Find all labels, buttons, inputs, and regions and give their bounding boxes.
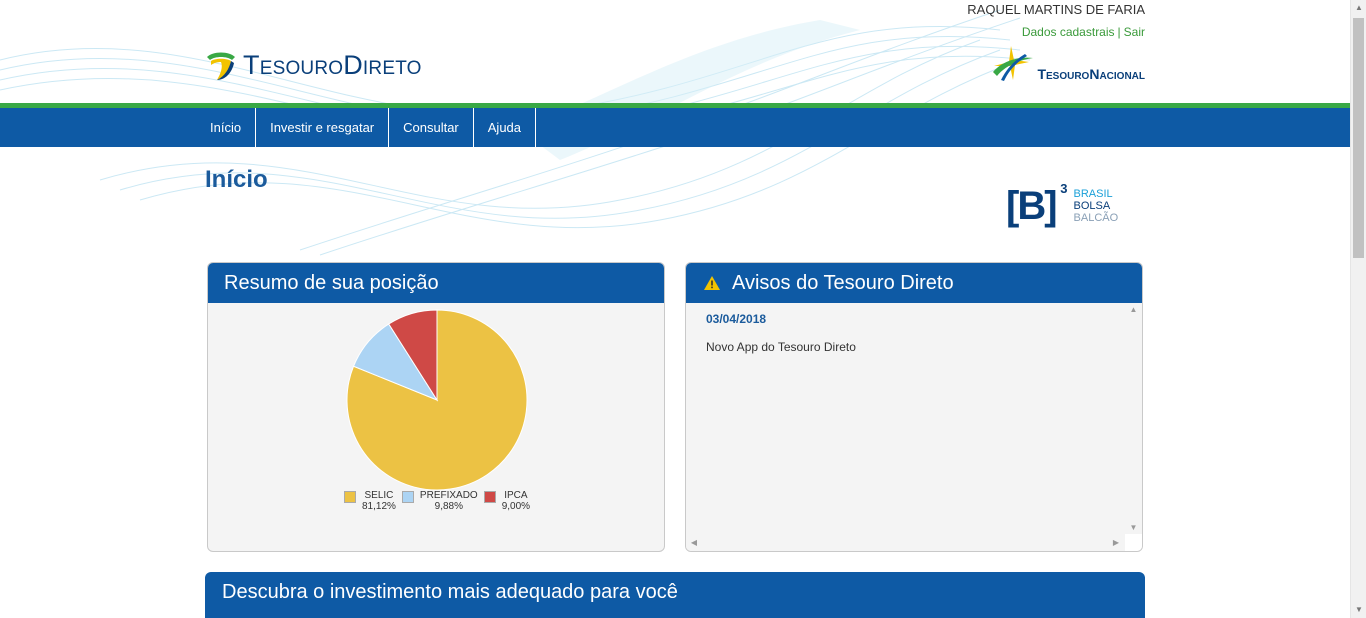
user-links-separator: | bbox=[1117, 25, 1121, 39]
legend-item-prefixado[interactable]: PREFIXADO 9,88% bbox=[401, 490, 478, 512]
nav-item-investir-resgatar[interactable]: Investir e resgatar bbox=[256, 108, 390, 147]
notices-panel: Avisos do Tesouro Direto 03/04/2018 Novo… bbox=[685, 262, 1143, 552]
scroll-left-arrow-icon[interactable]: ◀ bbox=[688, 536, 700, 550]
scroll-up-arrow-icon[interactable]: ▲ bbox=[1125, 303, 1142, 317]
notices-horizontal-scrollbar[interactable]: ◀ ▶ bbox=[686, 534, 1126, 551]
logout-link[interactable]: Sair bbox=[1124, 25, 1145, 39]
position-summary-header: Resumo de sua posição bbox=[208, 263, 664, 303]
notice-text[interactable]: Novo App do Tesouro Direto bbox=[706, 340, 856, 354]
tesouro-nacional-logo-icon bbox=[993, 46, 1034, 81]
main-nav: Início Investir e resgatar Consultar Aju… bbox=[0, 108, 1350, 147]
legend-swatch bbox=[483, 491, 496, 503]
notices-list: 03/04/2018 Novo App do Tesouro Direto bbox=[686, 303, 1126, 538]
page-scrollbar[interactable]: ▲ ▼ bbox=[1350, 0, 1366, 618]
pie-chart-svg bbox=[346, 309, 528, 491]
notices-header: Avisos do Tesouro Direto bbox=[686, 263, 1142, 303]
warning-icon bbox=[704, 276, 720, 290]
tesouro-direto-logo-icon bbox=[207, 52, 235, 80]
tesouro-nacional-logo[interactable]: TesouroNacional bbox=[991, 44, 1145, 82]
page-title: Início bbox=[205, 166, 268, 193]
pie-legend: SELIC 81,12% PREFIXADO 9,88% IPCA 9,00% bbox=[344, 490, 530, 512]
nav-item-ajuda[interactable]: Ajuda bbox=[474, 108, 537, 147]
legend-value: 81,12% bbox=[362, 501, 396, 512]
page-scroll-down-icon[interactable]: ▼ bbox=[1351, 602, 1366, 618]
legend-label: SELIC bbox=[364, 490, 394, 501]
notice-date: 03/04/2018 bbox=[706, 312, 767, 326]
b3-logo-words: BRASIL BOLSA BALCÃO bbox=[1074, 188, 1119, 224]
tesouro-direto-logo-text: TesouroDireto bbox=[243, 50, 422, 80]
position-summary-panel: Resumo de sua posição SELIC 81,12% PREFIXA… bbox=[207, 262, 665, 552]
legend-text: PREFIXADO 9,88% bbox=[420, 490, 478, 512]
position-summary-title: Resumo de sua posição bbox=[224, 272, 439, 294]
legend-swatch bbox=[401, 491, 414, 503]
user-area: RAQUEL MARTINS DE FARIA Dados cadastrais… bbox=[967, 2, 1145, 39]
site-header: TesouroDireto RAQUEL MARTINS DE FARIA Da… bbox=[0, 0, 1350, 104]
legend-value: 9,88% bbox=[434, 501, 463, 512]
b3-logo-line1: BRASIL bbox=[1073, 188, 1113, 200]
discover-panel-header: Descubra o investimento mais adequado pa… bbox=[205, 572, 1145, 618]
b3-logo-mark: [B] 3 bbox=[1006, 182, 1068, 228]
legend-swatch bbox=[344, 491, 356, 503]
legend-item-ipca[interactable]: IPCA 9,00% bbox=[483, 490, 530, 512]
legend-value: 9,00% bbox=[501, 501, 531, 512]
legend-label: IPCA bbox=[504, 490, 528, 501]
b3-logo-line3: BALCÃO bbox=[1073, 212, 1119, 224]
legend-item-selic[interactable]: SELIC 81,12% bbox=[344, 490, 396, 512]
legend-text: SELIC 81,12% bbox=[362, 490, 396, 512]
nav-item-consultar[interactable]: Consultar bbox=[389, 108, 474, 147]
scroll-right-arrow-icon[interactable]: ▶ bbox=[1110, 536, 1122, 550]
notices-title: Avisos do Tesouro Direto bbox=[732, 272, 954, 294]
scrollbar-corner bbox=[1125, 534, 1142, 551]
main-nav-items: Início Investir e resgatar Consultar Aju… bbox=[196, 108, 537, 147]
user-links: Dados cadastrais | Sair bbox=[967, 25, 1145, 39]
legend-text: IPCA 9,00% bbox=[502, 490, 530, 512]
pie-chart bbox=[346, 309, 528, 496]
legend-label: PREFIXADO bbox=[419, 490, 478, 501]
tesouro-nacional-logo-text: TesouroNacional bbox=[1037, 66, 1145, 82]
notices-vertical-scrollbar[interactable]: ▲ ▼ bbox=[1125, 303, 1142, 535]
b3-logo-superscript: 3 bbox=[1060, 181, 1067, 196]
page-scroll-thumb[interactable] bbox=[1353, 18, 1364, 258]
b3-logo[interactable]: [B] 3 BRASIL BOLSA BALCÃO bbox=[1006, 182, 1119, 228]
nav-item-inicio[interactable]: Início bbox=[196, 108, 257, 147]
b3-logo-mark-text: [B] bbox=[1006, 184, 1058, 228]
tesouro-direto-logo[interactable]: TesouroDireto bbox=[205, 50, 422, 81]
profile-link[interactable]: Dados cadastrais bbox=[1022, 25, 1115, 39]
user-name: RAQUEL MARTINS DE FARIA bbox=[967, 2, 1145, 17]
scroll-down-arrow-icon[interactable]: ▼ bbox=[1125, 521, 1142, 535]
b3-logo-line2: BOLSA bbox=[1073, 200, 1111, 212]
page-scroll-up-icon[interactable]: ▲ bbox=[1351, 0, 1366, 16]
discover-panel-title: Descubra o investimento mais adequado pa… bbox=[222, 581, 678, 603]
